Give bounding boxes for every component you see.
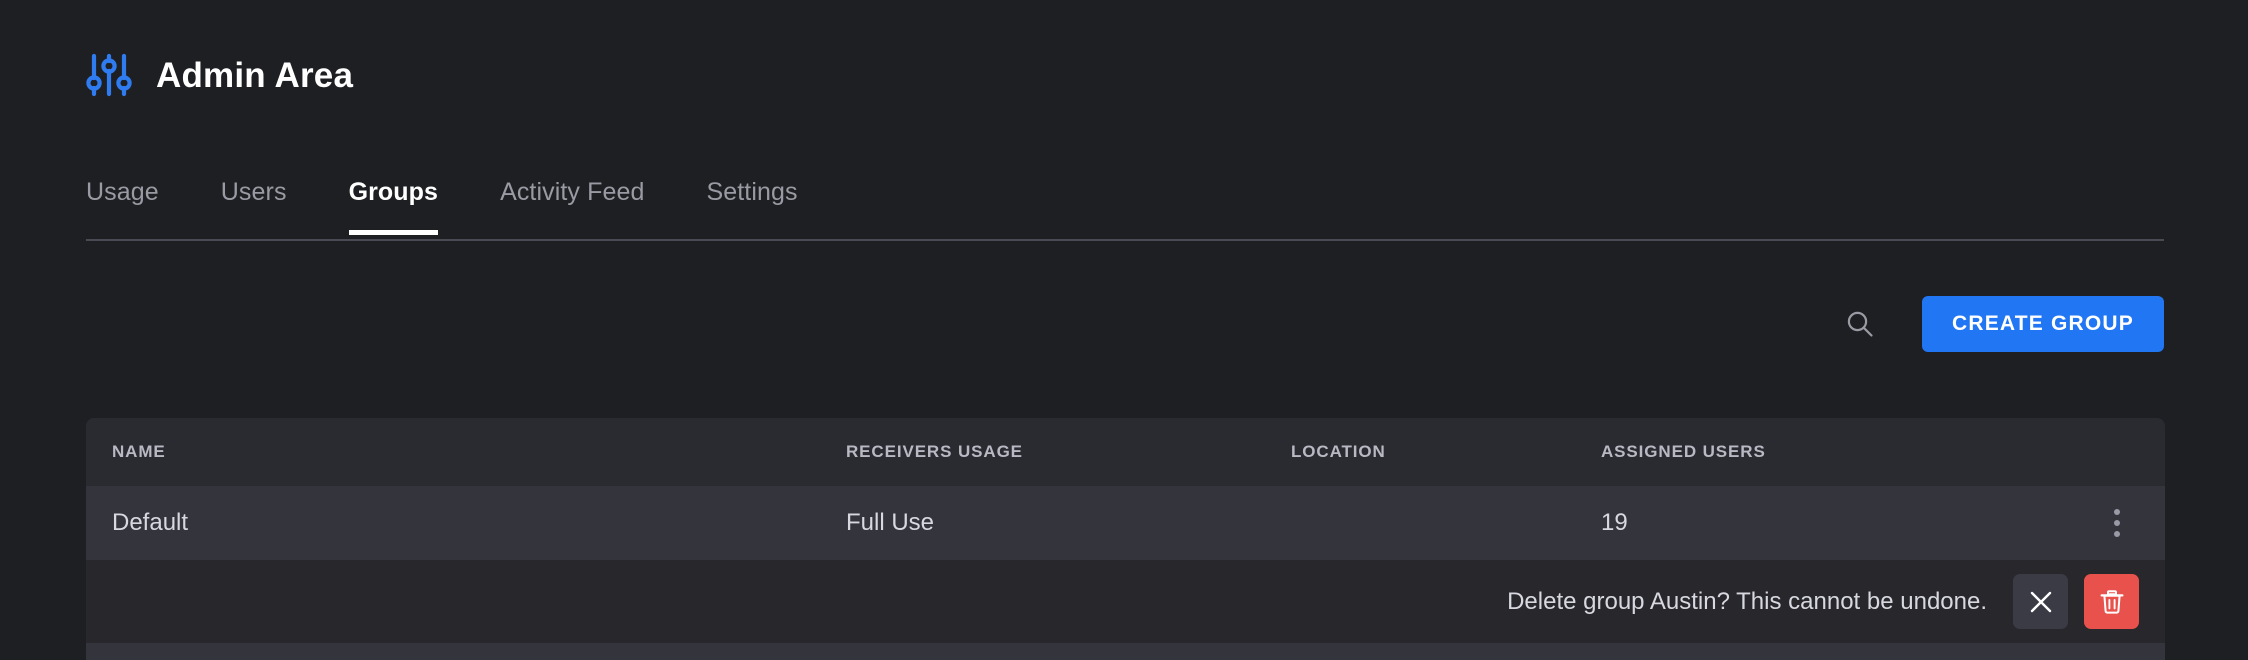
column-header-name: NAME: [86, 442, 846, 462]
create-group-button[interactable]: CREATE GROUP: [1922, 296, 2164, 352]
confirm-delete-button[interactable]: [2084, 574, 2139, 629]
column-header-location: LOCATION: [1291, 442, 1601, 462]
tab-divider: [86, 239, 2164, 241]
kebab-dot: [2114, 531, 2120, 537]
tab-groups[interactable]: Groups: [349, 178, 439, 235]
search-icon[interactable]: [1840, 304, 1880, 344]
cancel-delete-button[interactable]: [2013, 574, 2068, 629]
delete-confirmation-actions: [2013, 574, 2139, 629]
admin-area-page: Admin Area Usage Users Groups Activity F…: [0, 0, 2248, 660]
tab-bar: Usage Users Groups Activity Feed Setting…: [86, 178, 798, 235]
table-header-row: NAME RECEIVERS USAGE LOCATION ASSIGNED U…: [86, 418, 2165, 486]
column-header-assigned-users: ASSIGNED USERS: [1601, 442, 2021, 462]
cell-actions: [2021, 501, 2165, 545]
groups-table: NAME RECEIVERS USAGE LOCATION ASSIGNED U…: [86, 418, 2165, 660]
kebab-dot: [2114, 509, 2120, 515]
cell-assigned-users: 19: [1601, 509, 2021, 537]
cell-receivers-usage: Full Use: [846, 509, 1291, 537]
kebab-menu-icon[interactable]: [2095, 501, 2139, 545]
table-row-partial[interactable]: [86, 643, 2165, 660]
tab-activity-feed[interactable]: Activity Feed: [500, 178, 644, 235]
page-title: Admin Area: [156, 58, 353, 93]
tab-settings[interactable]: Settings: [706, 178, 797, 235]
table-row[interactable]: Default Full Use 19: [86, 486, 2165, 560]
kebab-dot: [2114, 520, 2120, 526]
page-header: Admin Area: [86, 52, 353, 98]
column-header-receivers-usage: RECEIVERS USAGE: [846, 442, 1291, 462]
table-toolbar: CREATE GROUP: [1840, 296, 2164, 352]
tab-usage[interactable]: Usage: [86, 178, 159, 235]
cell-name: Default: [86, 509, 846, 537]
delete-confirmation-message: Delete group Austin? This cannot be undo…: [1507, 588, 1987, 616]
delete-confirmation-row: Delete group Austin? This cannot be undo…: [86, 560, 2165, 643]
sliders-icon: [86, 52, 132, 98]
tab-users[interactable]: Users: [221, 178, 287, 235]
